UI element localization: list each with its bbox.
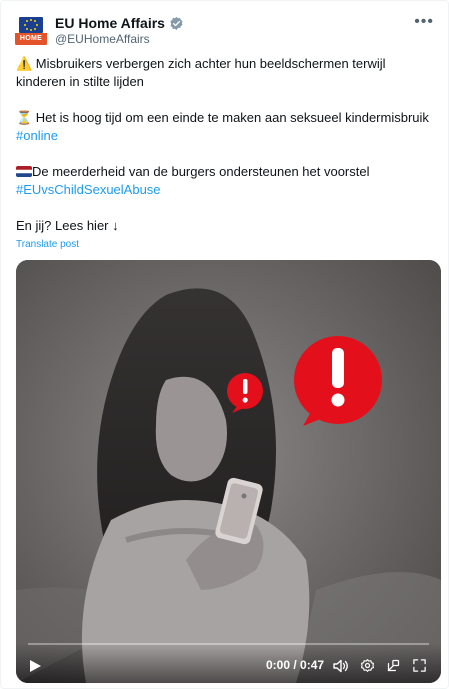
post-line: En jij? Lees hier ↓ (16, 218, 119, 233)
video-progress-bar[interactable] (28, 643, 429, 645)
translate-post-link[interactable]: Translate post (16, 239, 79, 250)
video-time-display: 0:00 / 0:47 (266, 658, 325, 672)
post-card: HOME EU Home Affairs @EUHomeAffairs ••• … (0, 0, 449, 689)
post-line: ⏳ Het is hoog tijd om een einde te maken… (16, 109, 431, 145)
more-horizontal-icon[interactable]: ••• (414, 13, 434, 31)
author-display-name[interactable]: EU Home Affairs (55, 15, 165, 31)
video-controls (16, 643, 441, 683)
fullscreen-icon[interactable] (412, 658, 427, 673)
avatar[interactable]: HOME (15, 15, 47, 47)
picture-in-picture-icon[interactable] (386, 658, 401, 673)
avatar-badge-text: HOME (15, 33, 47, 45)
video-frame (16, 260, 441, 683)
video-player[interactable]: 0:00 / 0:47 (16, 260, 441, 683)
post-line-text: De meerderheid van de burgers ondersteun… (32, 164, 370, 179)
hashtag-link[interactable]: #EUvsChildSexuelAbuse (16, 182, 161, 197)
post-line: De meerderheid van de burgers ondersteun… (16, 163, 431, 199)
netherlands-flag-icon (16, 166, 32, 177)
post-line-text: ⏳ Het is hoog tijd om een einde te maken… (16, 110, 429, 125)
author-handle[interactable]: @EUHomeAffairs (55, 32, 150, 46)
play-icon[interactable] (28, 659, 42, 673)
post-text: ⚠️ Misbruikers verbergen zich achter hun… (16, 55, 431, 235)
author-name-row[interactable]: EU Home Affairs (55, 15, 184, 31)
eu-flag-icon (19, 17, 43, 33)
volume-icon[interactable] (333, 659, 349, 673)
gear-icon[interactable] (360, 658, 375, 673)
post-line: ⚠️ Misbruikers verbergen zich achter hun… (16, 56, 386, 89)
verified-badge-icon (170, 16, 183, 30)
hashtag-link[interactable]: #online (16, 128, 58, 143)
